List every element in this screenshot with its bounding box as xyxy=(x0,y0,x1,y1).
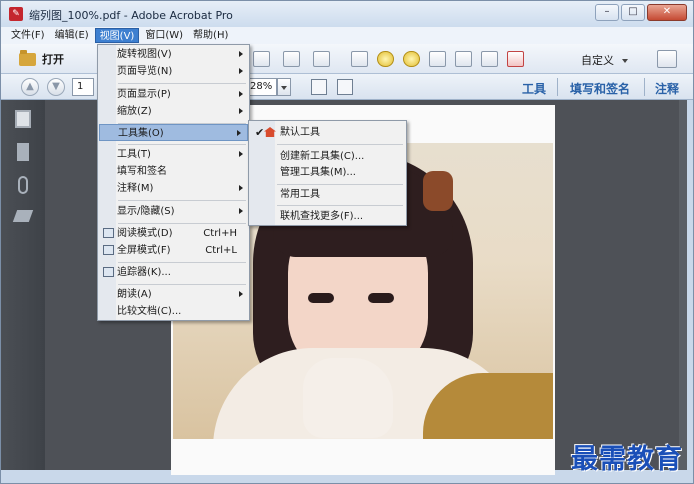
menu-find-more-online[interactable]: 联机查找更多(F)... xyxy=(250,208,406,225)
menu-read-mode[interactable]: 阅读模式(D) Ctrl+H xyxy=(99,225,249,242)
menu-file[interactable]: 文件(F) xyxy=(7,28,49,43)
menu-separator xyxy=(118,284,246,285)
menu-window[interactable]: 窗口(W) xyxy=(141,28,187,43)
navigation-pane xyxy=(1,100,45,470)
page-thumbnails-icon[interactable] xyxy=(15,110,31,128)
print-icon[interactable] xyxy=(253,51,270,67)
open-button[interactable]: 打开 xyxy=(19,49,64,69)
bookmark-icon[interactable] xyxy=(17,143,29,161)
window-title: 缩列图_100%.pdf - Adobe Acrobat Pro xyxy=(29,9,233,22)
read-mode-icon xyxy=(103,228,114,238)
chevron-right-icon xyxy=(237,130,241,136)
pane-separator xyxy=(644,78,645,96)
expand-icon[interactable] xyxy=(657,50,677,68)
right-eye-shape xyxy=(368,293,394,303)
menu-separator xyxy=(118,144,246,145)
menu-edit[interactable]: 编辑(E) xyxy=(51,28,93,43)
chevron-right-icon xyxy=(239,68,243,74)
pane-separator xyxy=(557,78,558,96)
view-menu: 旋转视图(V) 页面导览(N) 页面显示(P) 缩放(Z) 工具集(O) 工具(… xyxy=(97,44,250,321)
customize-button[interactable]: 自定义 xyxy=(581,52,628,68)
menu-separator xyxy=(118,83,246,84)
tracker-icon xyxy=(103,267,114,277)
full-screen-icon xyxy=(103,245,114,255)
export-icon[interactable] xyxy=(481,51,498,67)
convert-icon[interactable] xyxy=(507,51,524,67)
share-icon[interactable] xyxy=(455,51,472,67)
tab-fill-sign[interactable]: 填写和签名 xyxy=(570,80,630,97)
menu-separator xyxy=(277,144,403,145)
menu-page-display[interactable]: 页面显示(P) xyxy=(99,86,249,103)
attachment-icon[interactable] xyxy=(18,176,28,194)
title-bar: ✎ 缩列图_100%.pdf - Adobe Acrobat Pro – □ ✕ xyxy=(1,1,693,27)
toolsets-submenu: ✔ 默认工具 创建新工具集(C)... 管理工具集(M)... 常用工具 联机查找… xyxy=(248,120,407,226)
chevron-down-icon xyxy=(622,59,628,63)
menu-toolsets[interactable]: 工具集(O) xyxy=(99,124,248,141)
menu-create-toolset[interactable]: 创建新工具集(C)... xyxy=(250,148,406,165)
edit-icon[interactable] xyxy=(283,51,300,67)
highlight-icon[interactable] xyxy=(403,51,420,67)
menu-full-screen[interactable]: 全屏模式(F) Ctrl+L xyxy=(99,242,249,259)
vertical-scrollbar[interactable] xyxy=(679,100,687,470)
open-label: 打开 xyxy=(42,53,64,66)
chevron-right-icon xyxy=(239,151,243,157)
chevron-right-icon xyxy=(239,208,243,214)
previous-page-icon[interactable]: ▲ xyxy=(21,78,39,96)
menu-default-tools[interactable]: ✔ 默认工具 xyxy=(250,124,406,141)
chevron-right-icon xyxy=(239,185,243,191)
menu-compare-documents[interactable]: 比较文档(C)... xyxy=(99,303,249,320)
menu-common-tools[interactable]: 常用工具 xyxy=(250,186,406,203)
hair-bow-shape xyxy=(423,171,453,211)
combine-icon[interactable] xyxy=(429,51,446,67)
acrobat-window: ✎ 缩列图_100%.pdf - Adobe Acrobat Pro – □ ✕… xyxy=(0,0,694,484)
menu-page-navigation[interactable]: 页面导览(N) xyxy=(99,63,249,80)
menu-manage-toolsets[interactable]: 管理工具集(M)... xyxy=(250,164,406,181)
signature-icon[interactable] xyxy=(12,210,34,222)
tab-comment[interactable]: 注释 xyxy=(655,80,679,97)
pdf-app-icon: ✎ xyxy=(9,7,23,21)
customize-label: 自定义 xyxy=(581,54,614,67)
menu-view[interactable]: 视图(V) xyxy=(94,28,140,43)
fit-page-icon[interactable] xyxy=(337,79,353,95)
settings-icon[interactable] xyxy=(351,51,368,67)
menu-tools[interactable]: 工具(T) xyxy=(99,146,249,163)
menu-separator xyxy=(277,184,403,185)
watermark-text: 最需教育 xyxy=(571,444,683,475)
menu-help[interactable]: 帮助(H) xyxy=(189,28,232,43)
menu-separator xyxy=(118,200,246,201)
menu-fill-sign[interactable]: 填写和签名 xyxy=(99,163,249,180)
next-page-icon[interactable]: ▼ xyxy=(47,78,65,96)
left-eye-shape xyxy=(308,293,334,303)
maximize-button[interactable]: □ xyxy=(621,4,645,21)
chevron-right-icon xyxy=(239,51,243,57)
minimize-button[interactable]: – xyxy=(595,4,619,21)
menu-separator xyxy=(277,205,403,206)
mail-icon[interactable] xyxy=(313,51,330,67)
page-number-input[interactable]: 1 xyxy=(72,78,94,96)
menu-separator xyxy=(118,223,246,224)
chevron-right-icon xyxy=(239,91,243,97)
menu-read-aloud[interactable]: 朗读(A) xyxy=(99,286,249,303)
menu-bar: 文件(F) 编辑(E) 视图(V) 窗口(W) 帮助(H) xyxy=(1,27,693,44)
home-icon xyxy=(264,127,276,137)
menu-separator xyxy=(118,262,246,263)
menu-zoom[interactable]: 缩放(Z) xyxy=(99,103,249,120)
checkmark-icon: ✔ xyxy=(255,126,265,139)
menu-comment[interactable]: 注释(M) xyxy=(99,180,249,197)
menu-rotate-view[interactable]: 旋转视图(V) xyxy=(99,46,249,63)
glove-shape xyxy=(303,358,393,438)
zoom-dropdown[interactable] xyxy=(277,78,291,96)
zoom-input[interactable]: 28% xyxy=(247,78,277,96)
chevron-right-icon xyxy=(239,108,243,114)
chevron-right-icon xyxy=(239,291,243,297)
close-button[interactable]: ✕ xyxy=(647,4,687,21)
menu-show-hide[interactable]: 显示/隐藏(S) xyxy=(99,203,249,220)
tab-tools[interactable]: 工具 xyxy=(522,80,546,97)
menu-tracker[interactable]: 追踪器(K)... xyxy=(99,264,249,281)
scroll-mode-icon[interactable] xyxy=(311,79,327,95)
folder-icon xyxy=(19,49,36,66)
comment-icon[interactable] xyxy=(377,51,394,67)
